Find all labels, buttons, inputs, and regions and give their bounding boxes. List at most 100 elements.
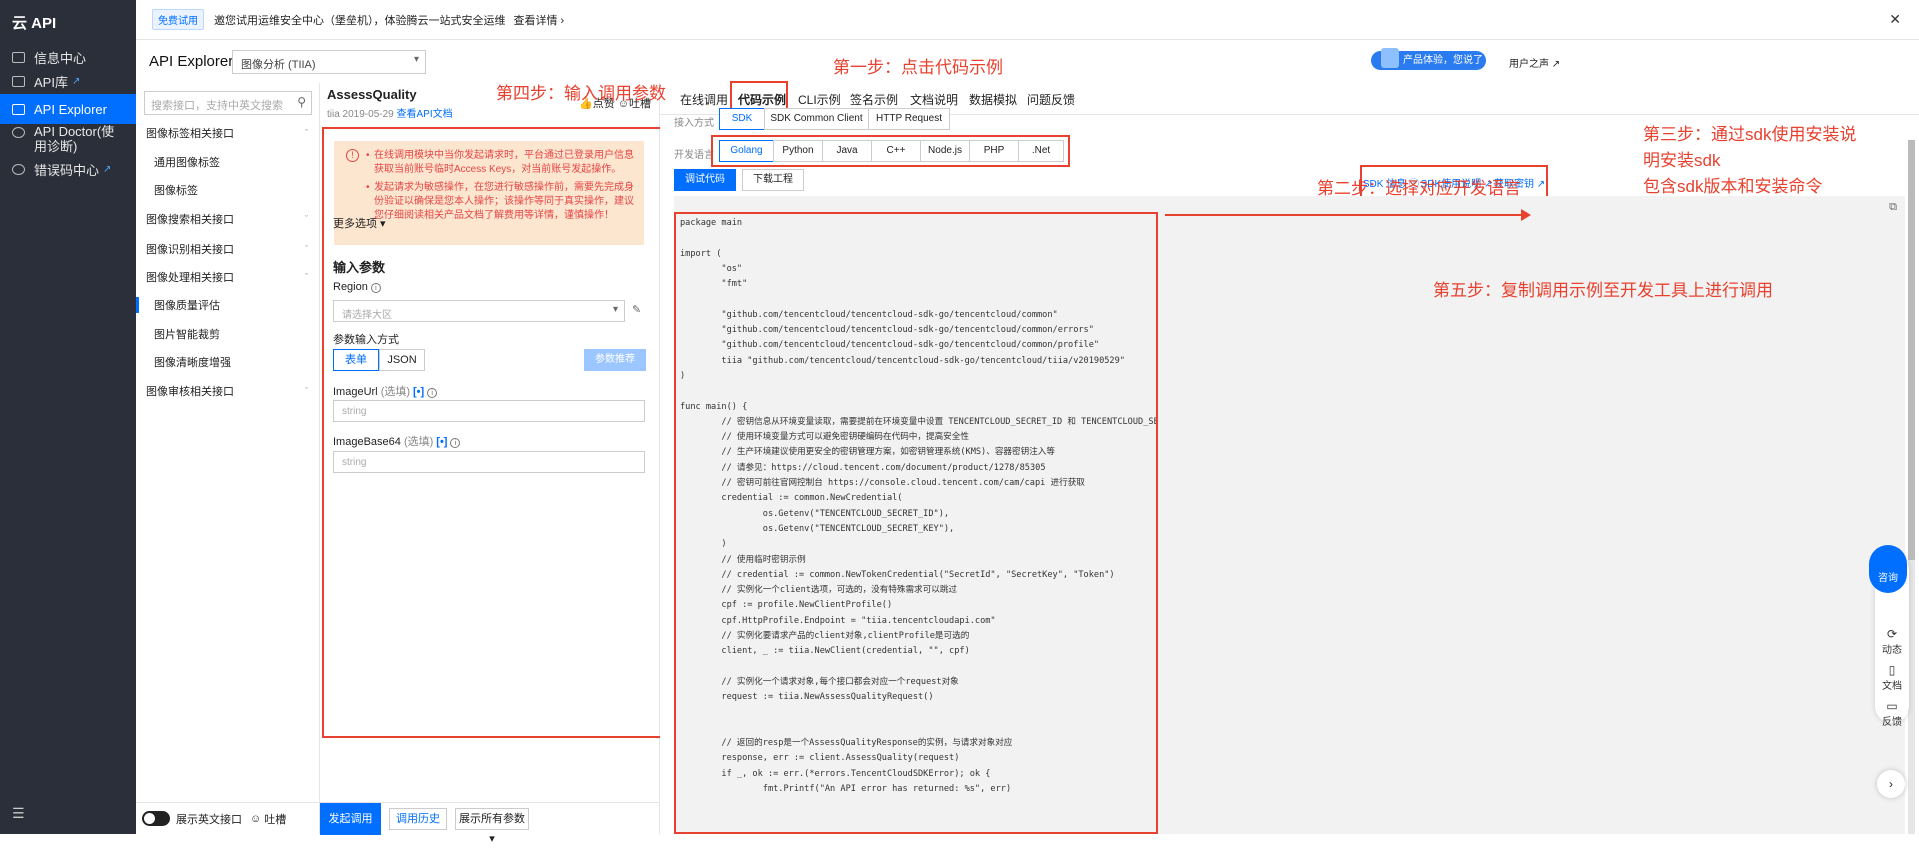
scrollbar-thumb[interactable] [1908,140,1915,560]
annotation-step1: 第一步：点击代码示例 [833,58,1003,77]
search-placeholder: 搜索接口，支持中英文搜索 [151,100,283,112]
nav-label: API Explorer [34,101,107,117]
explorer-icon [12,103,25,115]
tab-signature-sample[interactable]: 签名示例 [850,91,898,108]
tab-docs[interactable]: 文档说明 [910,91,958,108]
image-base64-label-text: ImageBase64 [333,436,401,448]
access-sdk[interactable]: SDK [719,108,765,130]
english-toggle[interactable] [142,811,170,826]
api-tree: 搜索接口，支持中英文搜索 ⚲ 图像标签相关接口 ˆ 通用图像标签 图像标签图像搜索相关接… [136,83,320,834]
nav-item-api-library[interactable]: API库 ↗ [0,66,136,96]
tree-group[interactable]: 图像搜索相关接口 ˇ [136,207,320,231]
consult-button[interactable]: 咨询 [1869,545,1907,593]
tree-group[interactable]: 图像审核相关接口 ˇ [136,379,320,403]
image-base64-input[interactable]: string [333,451,645,473]
tab-online-call[interactable]: 在线调用 [680,91,728,108]
image-url-label: ImageUrl (选填) [•] i [333,383,438,399]
image-url-placeholder: string [342,406,367,417]
search-icon[interactable]: ⚲ [297,95,306,109]
error-icon [12,163,25,175]
api-doc-link[interactable]: 查看API文档 [397,109,453,120]
tree-item[interactable]: 图像标签 [136,178,320,202]
brand-logo[interactable]: 云 API [12,12,56,33]
tab-data-mock[interactable]: 数据模拟 [969,91,1017,108]
library-icon [12,75,25,87]
history-button[interactable]: 调用历史 [389,807,447,830]
chevron-down-icon: ▾ [413,54,419,65]
feedback-label: 反馈 [1882,717,1902,728]
mode-form-button[interactable]: 表单 [333,349,379,371]
api-version: tiia 2019-05-29 查看API文档 [327,105,453,120]
collapse-menu-icon[interactable]: ☰ [12,805,25,822]
nav-label: API库 [34,74,68,90]
close-icon[interactable]: ✕ [1889,11,1901,28]
tree-item[interactable]: 图片智能裁剪 [136,322,320,346]
tree-item[interactable]: 通用图像标签 [136,150,320,174]
product-select[interactable]: 图像分析 (TIIA) ▾ [232,50,426,74]
feedback-link[interactable]: 吐槽 [264,811,286,827]
copy-icon[interactable]: ⧉ [1889,201,1897,214]
external-link-icon: ↗ [71,75,81,87]
access-http-request[interactable]: HTTP Request [868,108,950,130]
api-search-input[interactable]: 搜索接口，支持中英文搜索 ⚲ [144,91,312,115]
code-sample[interactable]: package main import ( "os" "fmt" "github… [680,216,1156,797]
tree-group[interactable]: 图像处理相关接口 ˆ [136,265,320,289]
region-label-text: Region [333,281,368,293]
annotation-step5: 第五步：复制调用示例至开发工具上进行调用 [1433,281,1773,300]
nav-item-error-codes[interactable]: 错误码中心 ↗ [0,154,136,184]
info-icon: i [450,438,461,448]
chevron-down-icon: ˇ [305,244,308,254]
optional-tag: (选填) [380,386,411,398]
region-select[interactable]: 请选择大区 ▾ [333,300,625,322]
chevron-down-icon: ▾ [612,304,618,315]
chevron-right-icon[interactable]: › [1877,770,1905,798]
selected-indicator [136,297,139,313]
free-trial-badge: 免费试用 [152,9,204,30]
invoke-button[interactable]: 发起调用 [320,802,381,835]
tree-item-label: 通用图像标签 [154,157,220,169]
more-options[interactable]: 更多选项 ▾ [333,215,386,231]
image-url-input[interactable]: string [333,400,645,422]
news-button[interactable]: ⟳ 动态 [1875,627,1909,656]
tree-item[interactable]: 图像质量评估 [136,293,320,317]
region-label: Region i [333,281,381,293]
news-label: 动态 [1882,645,1902,656]
annotation-arrow-head [1521,209,1531,221]
user-voice-link[interactable]: 用户之声 ↗ [1509,55,1560,70]
input-mode-toggle: 表单 JSON [333,349,425,371]
docs-button[interactable]: ▯ 文档 [1875,663,1909,692]
feedback-icon[interactable]: ☺ [250,813,261,825]
edit-icon[interactable]: ✎ [632,303,641,316]
feedback-button[interactable]: ▭ 反馈 [1875,699,1909,728]
tree-item-label: 图像审核相关接口 [146,386,234,398]
region-placeholder: 请选择大区 [342,310,392,321]
mode-json-button[interactable]: JSON [379,349,425,371]
access-common-client[interactable]: SDK Common Client [764,108,869,130]
feedback-promo-button[interactable]: 产品体验，您说了算 [1371,48,1486,85]
annotation-step3-line2: 明安装sdk [1643,151,1721,170]
tree-item-label: 图像标签 [154,185,198,197]
tree-group[interactable]: 图像标签相关接口 ˆ [136,121,320,145]
chevron-up-icon: ˆ [305,272,308,282]
tab-feedback[interactable]: 问题反馈 [1027,91,1075,108]
debug-code-button[interactable]: 调试代码 [674,169,736,191]
nav-item-api-explorer[interactable]: API Explorer [0,94,136,124]
message-icon: ▭ [1886,699,1898,713]
info-icon: i [370,283,381,293]
nav-item-api-doctor[interactable]: API Doctor(使用诊断) [0,122,136,156]
docs-label: 文档 [1882,681,1902,692]
tree-item[interactable]: 图像清晰度增强 [136,350,320,374]
tree-group[interactable]: 图像识别相关接口 ˇ [136,237,320,261]
recommend-params-button[interactable]: 参数推荐 [584,349,646,371]
info-icon: i [427,388,438,398]
tree-footer: 展示英文接口 ☺ 吐槽 [136,802,320,834]
scrollbar[interactable] [1908,140,1915,834]
external-link-icon: ↗ [1551,59,1561,70]
nav-label: API Doctor(使用诊断) [34,124,115,154]
show-all-params-button[interactable]: 展示所有参数 ▾ [455,807,529,845]
doctor-icon [12,127,25,138]
tab-cli-sample[interactable]: CLI示例 [798,91,841,108]
download-project-button[interactable]: 下载工程 [742,169,804,191]
banner-more-link[interactable]: 查看详情 › [514,12,565,28]
user-voice-label: 用户之声 [1509,59,1549,70]
